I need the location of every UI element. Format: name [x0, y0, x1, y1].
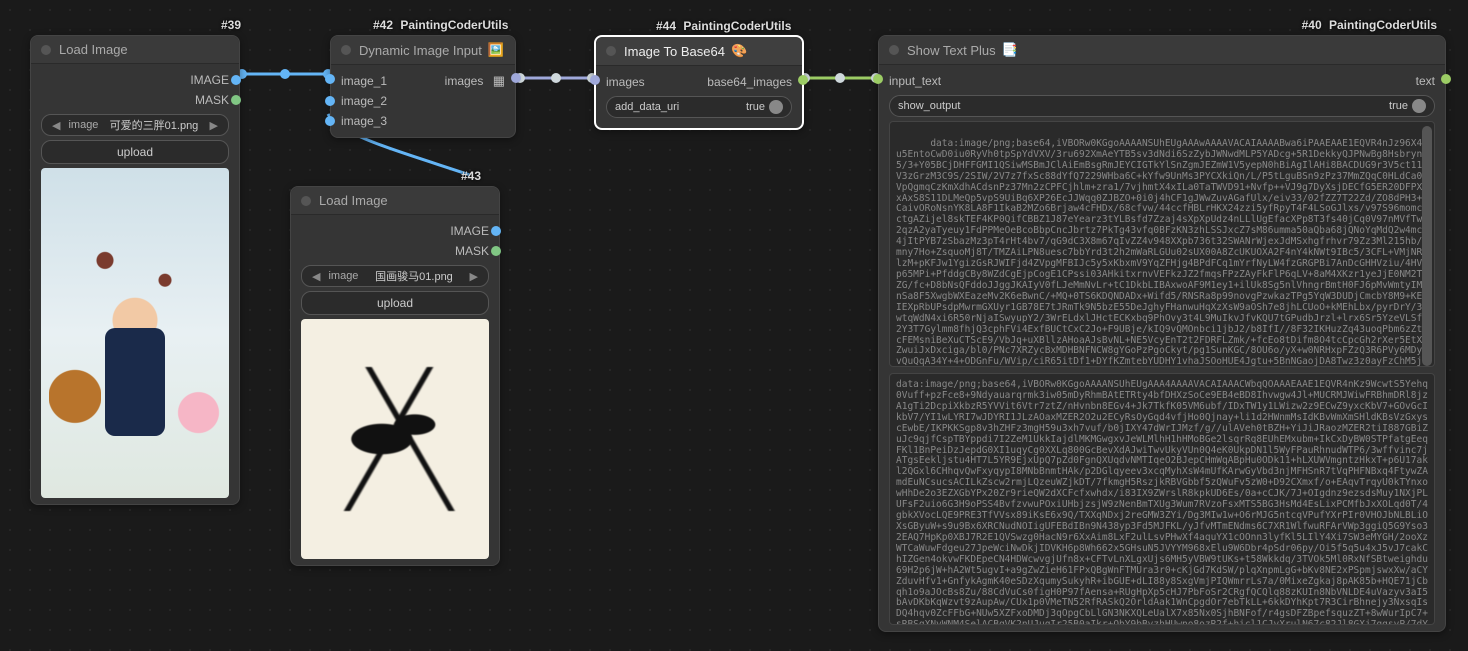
toggle-add-data-uri[interactable]: add_data_uri true [606, 96, 792, 118]
node-load-image-1[interactable]: #39 Load Image IMAGE MASK ◀ image 可爱的三胖0… [30, 35, 240, 505]
node-header[interactable]: Show Text Plus 📑 [879, 36, 1445, 65]
toggle-value: true [746, 101, 765, 113]
upload-button[interactable]: upload [41, 140, 229, 164]
scrollbar[interactable] [1422, 126, 1432, 366]
document-icon: 📑 [1002, 42, 1018, 58]
selector-label: image [328, 270, 358, 282]
selector-filename: 国画骏马01.png [362, 268, 465, 284]
port-dot-icon[interactable] [491, 226, 501, 236]
node-title: Load Image [59, 42, 128, 57]
collapse-dot-icon[interactable] [889, 45, 899, 55]
toggle-pill-icon[interactable] [1412, 99, 1426, 113]
toggle-pill-icon[interactable] [769, 100, 783, 114]
node-load-image-2[interactable]: #43 Load Image IMAGE MASK ◀ image 国画骏马01… [290, 186, 500, 566]
node-title: Dynamic Image Input [359, 43, 482, 58]
toggle-label: show_output [898, 100, 960, 112]
selector-label: image [68, 119, 98, 131]
port-dot-icon[interactable] [798, 75, 808, 85]
node-header[interactable]: Load Image [291, 187, 499, 215]
node-tag: #39 [221, 18, 241, 32]
node-tag: #42 PaintingCoderUtils [373, 18, 508, 32]
port-mask-out[interactable]: MASK [301, 241, 489, 261]
port-dot-icon[interactable] [491, 246, 501, 256]
port-base64-out[interactable]: base64_images [707, 75, 792, 89]
node-header[interactable]: Dynamic Image Input 🖼️ [331, 36, 515, 65]
collapse-dot-icon[interactable] [301, 196, 311, 206]
node-tag: #44 PaintingCoderUtils [656, 19, 791, 33]
image-preview[interactable] [41, 168, 229, 498]
port-dot-icon[interactable] [873, 74, 883, 84]
next-image-icon[interactable]: ▶ [466, 270, 482, 283]
port-mask-out[interactable]: MASK [41, 90, 229, 110]
port-image-out[interactable]: IMAGE [301, 221, 489, 241]
port-input-text[interactable]: input_text [889, 74, 941, 88]
text-output-2[interactable]: data:image/png;base64,iVBORw0KGgoAAAANSU… [889, 373, 1435, 625]
collapse-dot-icon[interactable] [606, 46, 616, 56]
port-dot-icon[interactable] [511, 73, 521, 83]
image-preview[interactable] [301, 319, 489, 559]
port-dot-icon[interactable] [231, 75, 241, 85]
port-text-out[interactable]: text [1416, 74, 1435, 88]
toggle-value: true [1389, 100, 1408, 112]
next-image-icon[interactable]: ▶ [206, 119, 222, 132]
palette-icon: 🖼️ [488, 42, 504, 58]
port-image-2-in[interactable]: image_2 [341, 94, 387, 108]
port-images-in[interactable]: images [606, 75, 645, 89]
palette-icon: 🎨 [731, 43, 747, 59]
port-image-3-in[interactable]: image_3 [341, 114, 387, 128]
node-dynamic-image-input[interactable]: #42 PaintingCoderUtils Dynamic Image Inp… [330, 35, 516, 138]
node-tag: #40 PaintingCoderUtils [1302, 18, 1437, 32]
node-title: Show Text Plus [907, 43, 996, 58]
node-title: Load Image [319, 193, 388, 208]
image-selector[interactable]: ◀ image 国画骏马01.png ▶ [301, 265, 489, 287]
port-dot-icon[interactable] [325, 116, 335, 126]
toggle-label: add_data_uri [615, 101, 679, 113]
port-dot-icon[interactable] [325, 96, 335, 106]
port-image-1-in[interactable]: image_1 [341, 74, 387, 88]
node-title: Image To Base64 [624, 44, 725, 59]
text-output-1[interactable]: data:image/png;base64,iVBORw0KGgoAAAANSU… [889, 121, 1435, 367]
grid-icon: ▦ [493, 73, 505, 88]
node-image-to-base64[interactable]: #44 PaintingCoderUtils Image To Base64 🎨… [594, 35, 804, 130]
collapse-dot-icon[interactable] [41, 45, 51, 55]
node-show-text-plus[interactable]: #40 PaintingCoderUtils Show Text Plus 📑 … [878, 35, 1446, 632]
selector-filename: 可爱的三胖01.png [102, 117, 205, 133]
toggle-show-output[interactable]: show_output true [889, 95, 1435, 117]
port-image-out[interactable]: IMAGE [41, 70, 229, 90]
port-images-out[interactable]: images [445, 74, 484, 88]
image-selector[interactable]: ◀ image 可爱的三胖01.png ▶ [41, 114, 229, 136]
port-dot-icon[interactable] [325, 74, 335, 84]
collapse-dot-icon[interactable] [341, 45, 351, 55]
port-dot-icon[interactable] [1441, 74, 1451, 84]
node-header[interactable]: Load Image [31, 36, 239, 64]
prev-image-icon[interactable]: ◀ [48, 119, 64, 132]
upload-button[interactable]: upload [301, 291, 489, 315]
node-tag: #43 [461, 169, 481, 183]
node-header[interactable]: Image To Base64 🎨 [596, 37, 802, 66]
port-dot-icon[interactable] [590, 75, 600, 85]
prev-image-icon[interactable]: ◀ [308, 270, 324, 283]
port-dot-icon[interactable] [231, 95, 241, 105]
